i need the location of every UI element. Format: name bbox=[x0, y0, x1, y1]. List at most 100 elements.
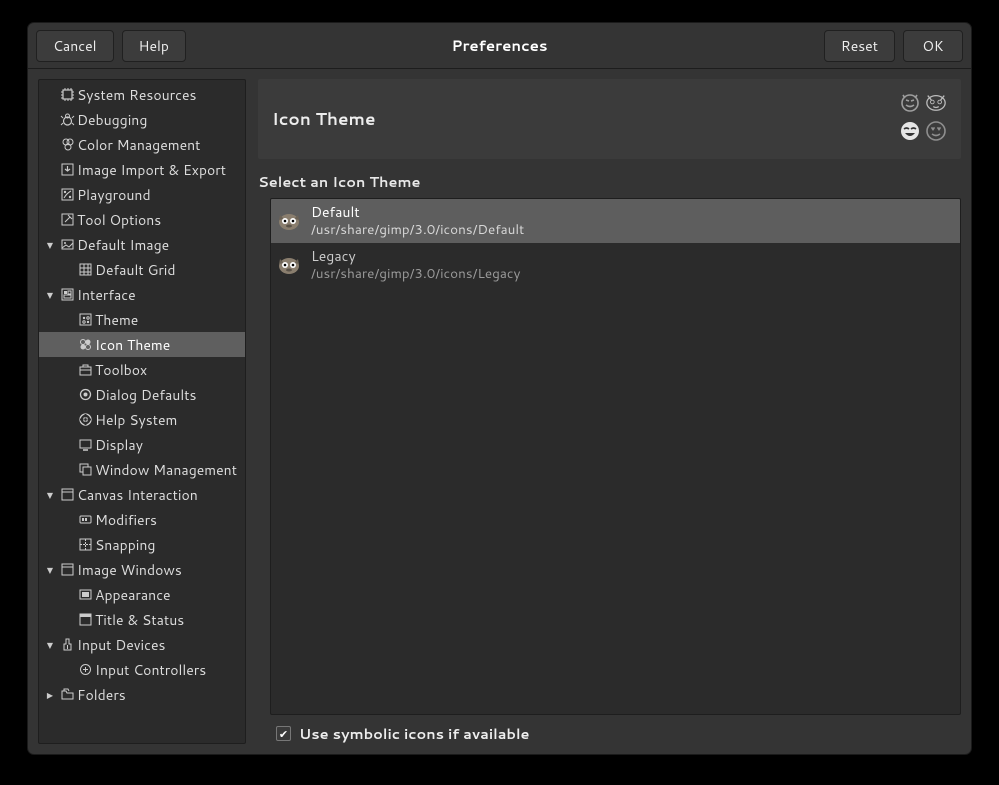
tree-expander-icon[interactable] bbox=[43, 688, 57, 702]
controllers-icon bbox=[77, 662, 93, 678]
icon-theme-name: Default bbox=[311, 203, 524, 221]
tree-item[interactable]: Input Controllers bbox=[39, 657, 245, 682]
helpsys-icon bbox=[77, 412, 93, 428]
tree-item-label: Display bbox=[95, 435, 143, 455]
tree-item[interactable]: Interface bbox=[39, 282, 245, 307]
preferences-tree[interactable]: System ResourcesDebugging Color Managemen… bbox=[38, 79, 246, 744]
tree-item[interactable]: Folders bbox=[39, 682, 245, 707]
tree-expander-icon[interactable] bbox=[43, 638, 57, 652]
title-icon bbox=[77, 612, 93, 628]
tree-item[interactable]: Default Image bbox=[39, 232, 245, 257]
tree-item[interactable]: Image Windows bbox=[39, 557, 245, 582]
tree-item[interactable]: Debugging bbox=[39, 107, 245, 132]
tree-item-label: Title & Status bbox=[95, 610, 184, 630]
icon-theme-row[interactable]: Default/usr/share/gimp/3.0/icons/Default bbox=[271, 199, 960, 243]
tree-item-label: Theme bbox=[95, 310, 138, 330]
tree-item-label: Help System bbox=[95, 410, 177, 430]
tree-item[interactable]: Color Management bbox=[39, 132, 245, 157]
tree-item-label: Image Windows bbox=[77, 560, 182, 580]
icon-theme-list[interactable]: Default/usr/share/gimp/3.0/icons/Default… bbox=[270, 198, 961, 715]
canvas-icon bbox=[59, 487, 75, 503]
tree-item[interactable]: Input Devices bbox=[39, 632, 245, 657]
symbolic-icons-row[interactable]: ✔ Use symbolic icons if available bbox=[258, 715, 961, 744]
bug-icon bbox=[59, 112, 75, 128]
tree-item[interactable]: Window Management bbox=[39, 457, 245, 482]
section-header: Icon Theme bbox=[258, 79, 961, 159]
ok-button[interactable]: OK bbox=[903, 30, 963, 62]
tree-item-label: Window Management bbox=[95, 460, 237, 480]
tree-item[interactable]: Tool Options bbox=[39, 207, 245, 232]
tree-item[interactable]: Default Grid bbox=[39, 257, 245, 282]
tree-item-label: Interface bbox=[77, 285, 136, 305]
tree-item-label: Snapping bbox=[95, 535, 155, 555]
windows-icon bbox=[77, 462, 93, 478]
tree-item-label: Default Image bbox=[77, 235, 169, 255]
tree-item-label: Tool Options bbox=[77, 210, 161, 230]
imgwin-icon bbox=[59, 562, 75, 578]
tree-item[interactable]: Playground bbox=[39, 182, 245, 207]
symbolic-icons-checkbox[interactable]: ✔ bbox=[276, 726, 291, 741]
tree-item-label: Color Management bbox=[77, 135, 200, 155]
wilber-icon bbox=[277, 209, 301, 233]
reset-button[interactable]: Reset bbox=[824, 30, 895, 62]
wilber-icon bbox=[277, 253, 301, 277]
image-icon bbox=[59, 237, 75, 253]
toolbox-icon bbox=[77, 362, 93, 378]
tree-item[interactable]: Canvas Interaction bbox=[39, 482, 245, 507]
tree-item-label: Default Grid bbox=[95, 260, 176, 280]
symbolic-icons-label: Use symbolic icons if available bbox=[299, 723, 530, 744]
grid-icon bbox=[77, 262, 93, 278]
tree-item[interactable]: Title & Status bbox=[39, 607, 245, 632]
tree-item-label: Input Controllers bbox=[95, 660, 206, 680]
tree-item-label: Toolbox bbox=[95, 360, 147, 380]
tree-expander-icon[interactable] bbox=[43, 563, 57, 577]
icon-theme-preview-icons bbox=[899, 91, 947, 147]
wilber-outline-icon bbox=[925, 91, 947, 118]
play-icon bbox=[59, 187, 75, 203]
tree-item[interactable]: Appearance bbox=[39, 582, 245, 607]
tree-item-label: Appearance bbox=[95, 585, 171, 605]
tool-icon bbox=[59, 212, 75, 228]
appearance-icon bbox=[77, 587, 93, 603]
import-icon bbox=[59, 162, 75, 178]
tree-item-label: Modifiers bbox=[95, 510, 157, 530]
section-title: Icon Theme bbox=[272, 107, 375, 131]
tree-item[interactable]: Snapping bbox=[39, 532, 245, 557]
icon-theme-path: /usr/share/gimp/3.0/icons/Default bbox=[311, 221, 524, 239]
tree-item-label: Playground bbox=[77, 185, 151, 205]
icon-theme-row[interactable]: Legacy/usr/share/gimp/3.0/icons/Legacy bbox=[271, 243, 960, 287]
snap-icon bbox=[77, 537, 93, 553]
chip-icon bbox=[59, 87, 75, 103]
tree-item[interactable]: Dialog Defaults bbox=[39, 382, 245, 407]
tree-item-label: Dialog Defaults bbox=[95, 385, 196, 405]
dialog-icon bbox=[77, 387, 93, 403]
cancel-button[interactable]: Cancel bbox=[36, 30, 114, 62]
tree-expander-icon[interactable] bbox=[43, 488, 57, 502]
tree-item[interactable]: Icon Theme bbox=[39, 332, 245, 357]
main-panel: Icon Theme Select an Icon Theme Default/… bbox=[258, 79, 961, 744]
select-icon-theme-label: Select an Icon Theme bbox=[258, 171, 961, 192]
preferences-dialog: Cancel Help Preferences Reset OK System … bbox=[27, 22, 972, 755]
tree-expander-icon[interactable] bbox=[43, 238, 57, 252]
circles-icon bbox=[59, 137, 75, 153]
folders-icon bbox=[59, 687, 75, 703]
tree-item[interactable]: System Resources bbox=[39, 82, 245, 107]
help-button[interactable]: Help bbox=[122, 30, 186, 62]
interface-icon bbox=[59, 287, 75, 303]
tree-item[interactable]: Display bbox=[39, 432, 245, 457]
tree-expander-icon[interactable] bbox=[43, 288, 57, 302]
tree-item-label: System Resources bbox=[77, 85, 196, 105]
smiley-hearts-icon bbox=[925, 120, 947, 147]
tree-item[interactable]: Toolbox bbox=[39, 357, 245, 382]
icon-theme-path: /usr/share/gimp/3.0/icons/Legacy bbox=[311, 265, 520, 283]
dialog-header: Cancel Help Preferences Reset OK bbox=[28, 23, 971, 69]
tree-item[interactable]: Image Import & Export bbox=[39, 157, 245, 182]
icontheme-icon bbox=[77, 337, 93, 353]
tree-item[interactable]: Modifiers bbox=[39, 507, 245, 532]
smiley-laugh-icon bbox=[899, 120, 921, 147]
tree-item-label: Icon Theme bbox=[95, 335, 170, 355]
icon-theme-name: Legacy bbox=[311, 247, 520, 265]
tree-item-label: Image Import & Export bbox=[77, 160, 226, 180]
tree-item[interactable]: Help System bbox=[39, 407, 245, 432]
tree-item[interactable]: Theme bbox=[39, 307, 245, 332]
